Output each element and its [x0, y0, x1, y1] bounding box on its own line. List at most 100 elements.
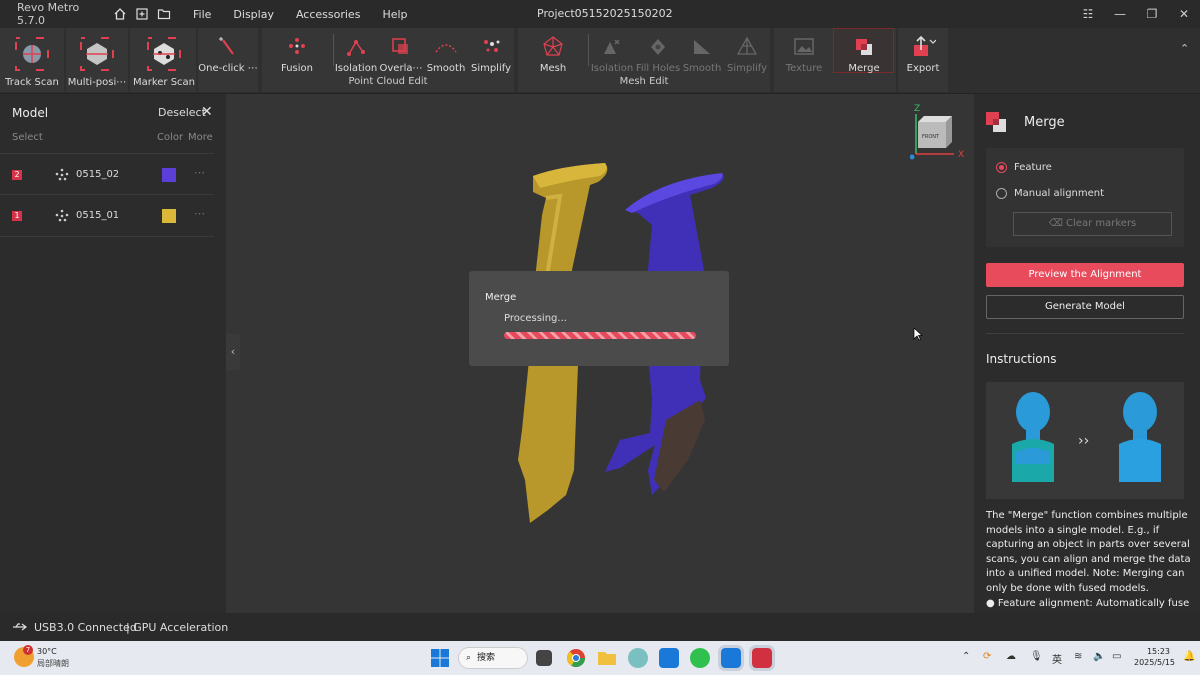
export-icon: [910, 34, 936, 60]
clock[interactable]: 15:23 2025/5/15: [1134, 646, 1175, 668]
cloud-icon[interactable]: ☁: [1006, 651, 1016, 662]
sync-icon[interactable]: ⟳: [983, 651, 991, 662]
mesh-label: Mesh: [539, 63, 567, 74]
file-explorer-icon[interactable]: [597, 648, 617, 668]
simplify-icon: [478, 34, 504, 60]
orientation-gizmo[interactable]: FRONT Z X: [910, 100, 970, 164]
app-window: Revo Metro 5.7.0 File Display Accessorie…: [0, 0, 1200, 641]
wifi-icon[interactable]: ≋: [1074, 651, 1082, 662]
new-project-icon[interactable]: [135, 7, 149, 21]
export-label: Export: [906, 63, 940, 74]
col-color: Color: [157, 132, 184, 143]
clock-time: 15:23: [1146, 647, 1170, 656]
eraser-icon: ⌫: [1048, 218, 1067, 229]
alignment-options: Feature Manual alignment ⌫ Clear markers: [986, 148, 1184, 247]
collapse-toolbar-icon[interactable]: ⌃: [1180, 42, 1189, 55]
mouse-cursor-icon: [913, 327, 923, 341]
fusion-label: Fusion: [281, 63, 313, 74]
separator: [333, 34, 334, 66]
feature-label[interactable]: Feature: [1014, 162, 1052, 173]
one-click-button[interactable]: One-click ⋯: [198, 30, 258, 92]
point-cloud-icon: [55, 168, 69, 181]
microphone-icon[interactable]: 🎙: [1030, 651, 1043, 662]
preview-alignment-button[interactable]: Preview the Alignment: [986, 263, 1184, 287]
marker-scan-button[interactable]: Marker Scan: [133, 30, 195, 92]
gizmo-z-label: Z: [914, 104, 920, 114]
track-scan-icon: [13, 35, 51, 73]
battery-icon[interactable]: ▭: [1112, 651, 1121, 662]
multi-position-label: Multi-posi⋯: [67, 77, 127, 88]
model-row[interactable]: 1 0515_01 ⋯: [0, 195, 214, 237]
clear-markers-label: Clear markers: [1066, 218, 1137, 229]
clear-markers-button[interactable]: ⌫ Clear markers: [1013, 212, 1172, 236]
model-row[interactable]: 2 0515_02 ⋯: [0, 153, 214, 195]
merge-button[interactable]: Merge: [845, 30, 883, 92]
menu-help[interactable]: Help: [382, 8, 407, 21]
chrome-icon[interactable]: [566, 648, 586, 668]
manual-alignment-radio[interactable]: [996, 188, 1007, 199]
dialog-status: Processing...: [504, 313, 567, 324]
merge-panel-title: Merge: [1024, 115, 1065, 130]
instructions-title: Instructions: [986, 352, 1057, 366]
search-icon: ⌕: [466, 653, 472, 663]
search-label: 搜索: [477, 653, 496, 663]
usb-icon: [13, 623, 27, 631]
generate-model-button[interactable]: Generate Model: [986, 295, 1184, 319]
multi-position-button[interactable]: Multi-posi⋯: [68, 30, 126, 92]
settings-sliders-icon[interactable]: ☷: [1072, 7, 1104, 21]
mesh-simplify-label: Simplify: [726, 63, 768, 74]
menu-file[interactable]: File: [193, 8, 211, 21]
feishu-icon[interactable]: [659, 648, 679, 668]
open-folder-icon[interactable]: [157, 7, 171, 21]
feishu-active-icon[interactable]: [718, 645, 744, 671]
app-icon[interactable]: [628, 648, 648, 668]
status-bar: USB3.0 Connected | GPU Acceleration: [0, 613, 1200, 641]
point-cloud-icon: [55, 209, 69, 222]
minimize-icon[interactable]: —: [1104, 7, 1136, 21]
point-cloud-edit-label: Point Cloud Edit: [348, 76, 428, 87]
fusion-icon: [284, 34, 310, 60]
close-icon[interactable]: ✕: [1168, 7, 1200, 21]
instructions-text: The "Merge" function combines multiple m…: [986, 509, 1192, 611]
close-icon[interactable]: ✕: [201, 104, 213, 120]
restore-icon[interactable]: ❐: [1136, 7, 1168, 21]
marker-scan-icon: [145, 35, 183, 73]
chevron-up-icon[interactable]: ⌃: [962, 651, 970, 662]
manual-alignment-label[interactable]: Manual alignment: [1014, 188, 1104, 199]
project-title: Project05152025150202: [537, 7, 673, 20]
model-index-badge[interactable]: 2: [12, 170, 22, 180]
home-icon[interactable]: [113, 7, 127, 21]
merge-illustration: ››: [1012, 392, 1161, 482]
instructions-description-2: ● Feature alignment: Automatically fuse: [986, 597, 1190, 609]
feature-radio[interactable]: [996, 162, 1007, 173]
ime-indicator[interactable]: 英: [1052, 651, 1062, 666]
model-panel: Model Deselect ✕ Select Color More 2 051…: [0, 94, 226, 613]
more-icon[interactable]: ⋯: [194, 166, 205, 179]
instructions-illustration: ››: [986, 382, 1184, 499]
deselect-button[interactable]: Deselect: [158, 106, 206, 119]
taskbar-search[interactable]: ⌕ 搜索: [458, 647, 528, 669]
task-view-icon[interactable]: [536, 650, 552, 666]
overlap-icon: [388, 34, 414, 60]
weather-temperature[interactable]: 30°C: [37, 647, 57, 656]
menu-display[interactable]: Display: [233, 8, 274, 21]
revo-metro-icon[interactable]: [749, 645, 775, 671]
dialog-title: Merge: [485, 292, 517, 303]
model-panel-title: Model: [12, 106, 49, 120]
notification-icon[interactable]: 🔔: [1183, 651, 1195, 662]
model-index-badge[interactable]: 1: [12, 211, 22, 221]
windows-start-icon[interactable]: [430, 648, 450, 668]
weather-description[interactable]: 局部晴朗: [37, 658, 69, 669]
model-color-swatch[interactable]: [162, 168, 176, 182]
model-color-swatch[interactable]: [162, 209, 176, 223]
track-scan-button[interactable]: Track Scan: [5, 30, 59, 92]
menu-accessories[interactable]: Accessories: [296, 8, 360, 21]
more-icon[interactable]: ⋯: [194, 207, 205, 220]
arrow-icon: ››: [1078, 433, 1089, 449]
texture-button[interactable]: Texture: [785, 30, 823, 92]
collapse-left-panel-button[interactable]: ‹: [226, 334, 240, 370]
volume-icon[interactable]: 🔈: [1093, 651, 1105, 662]
wechat-icon[interactable]: [690, 648, 710, 668]
export-button[interactable]: Export: [904, 30, 942, 92]
merge-icon: [851, 34, 877, 60]
